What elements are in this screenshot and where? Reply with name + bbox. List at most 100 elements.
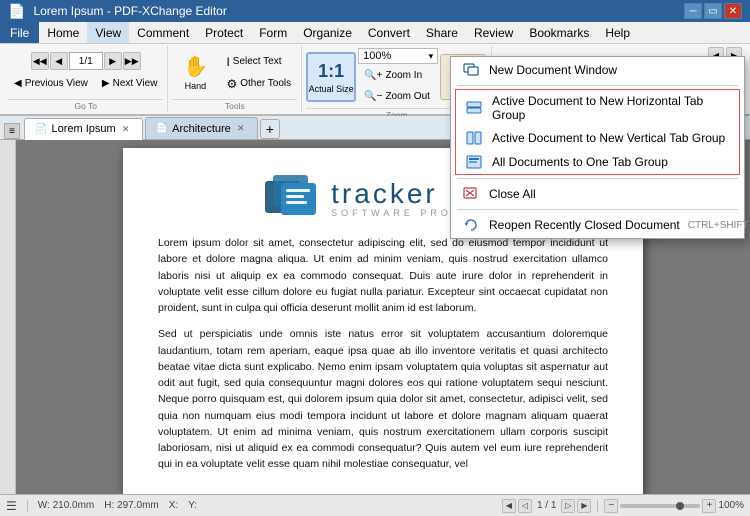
select-text-button[interactable]: I Select Text (220, 52, 297, 72)
bottom-page-label: 1 / 1 (534, 500, 559, 511)
first-page-button[interactable]: ◀◀ (31, 52, 49, 70)
menu-help[interactable]: Help (597, 22, 638, 43)
next-view-button[interactable]: ▶ Next View (96, 73, 164, 93)
bottom-fwd-button[interactable]: ▶ (577, 499, 591, 513)
status-sep2 (597, 500, 598, 512)
left-panel-strip (0, 140, 16, 494)
tool-smalls: I Select Text ⚙ Other Tools (220, 52, 297, 94)
tracker-logo-svg (263, 173, 323, 223)
zoom-out-button[interactable]: 🔍− Zoom Out (358, 86, 438, 106)
find-chevron: ▾ (639, 71, 644, 82)
tracker-brand-name: tracker (331, 178, 503, 210)
menu-form[interactable]: Form (251, 22, 295, 43)
restore-button[interactable]: ▭ (704, 3, 722, 19)
menu-organize[interactable]: Organize (295, 22, 360, 43)
minimize-button[interactable]: ─ (684, 3, 702, 19)
nav-content: ◀◀ ◀ 1/1 ▶ ▶▶ ◀ Previous View ▶ Next Vie… (8, 48, 163, 97)
page-arrows: ◀◀ ◀ 1/1 ▶ ▶▶ (31, 52, 141, 70)
top-right-nav: ◀ ▶ 🔍 Find... ▾ 🔍 Search... ▾ (559, 47, 742, 111)
tabs-icon: ▤ (633, 93, 644, 107)
find-search-row: 🔍 Find... ▾ 🔍 Search... ▾ (559, 65, 742, 87)
zoom-value: 100% (363, 50, 391, 62)
next-page-button[interactable]: ▶ (104, 52, 122, 70)
document-view[interactable]: tracker SOFTWARE PRODUCTS Lorem ipsum do… (16, 140, 750, 494)
tab-lorem-ipsum[interactable]: 📄 Lorem Ipsum ✕ (24, 118, 143, 140)
scroll-area: tracker SOFTWARE PRODUCTS Lorem ipsum do… (0, 140, 750, 494)
zoom-percent-label: 100% (718, 500, 744, 511)
zoom-out-bottom[interactable]: − (604, 499, 618, 513)
zoom-input-row: 100% ▾ (358, 48, 438, 64)
logo-row: tracker SOFTWARE PRODUCTS (158, 173, 608, 223)
menu-protect[interactable]: Protect (197, 22, 251, 43)
tab-close-arch[interactable]: ✕ (235, 123, 247, 135)
menu-home[interactable]: Home (39, 22, 87, 43)
zoom-in-icon: 🔍+ (364, 70, 382, 81)
tab-list-icon[interactable]: ≡ (4, 123, 20, 139)
tools-group: ✋ Hand I Select Text ⚙ Other Tools Tools (168, 46, 302, 112)
zoom-slider[interactable] (620, 504, 700, 508)
page-number-display: 1/1 (69, 52, 103, 70)
title-bar-controls: ─ ▭ ✕ (684, 3, 742, 19)
close-button[interactable]: ✕ (724, 3, 742, 19)
app-window: 📄 Lorem Ipsum - PDF-XChange Editor ─ ▭ ✕… (0, 0, 750, 516)
menu-convert[interactable]: Convert (360, 22, 418, 43)
tab-icon-lorem: 📄 (35, 124, 47, 135)
zoom-in-bottom[interactable]: + (702, 499, 716, 513)
actual-size-button[interactable]: 1:1 Actual Size (306, 52, 356, 102)
tab-close-lorem[interactable]: ✕ (120, 123, 132, 135)
tbn-back[interactable]: ◀ (708, 47, 724, 63)
top-nav-row: ◀ ▶ (708, 47, 742, 63)
zoom-content: 1:1 Actual Size 100% ▾ 🔍+ Zoom In 🔍− Zoo… (306, 48, 487, 106)
bottom-page-nav: ◀ ◁ 1 / 1 ▷ ▶ (502, 499, 591, 513)
rotate-icon: ↻ (455, 53, 472, 78)
hand-label: Hand (185, 81, 207, 91)
search-button[interactable]: 🔍 Search... ▾ (652, 65, 742, 87)
other-tools-icon: ⚙ (226, 77, 237, 91)
bottom-zoom-controls: − + 100% (604, 499, 744, 513)
title-bar-left: 📄 Lorem Ipsum - PDF-XChange Editor (8, 3, 227, 20)
document-text: Lorem ipsum dolor sit amet, consectetur … (158, 235, 608, 473)
nav-group-label: Go To (8, 99, 163, 112)
prev-page-button[interactable]: ◀ (50, 52, 68, 70)
zoom-group: 1:1 Actual Size 100% ▾ 🔍+ Zoom In 🔍− Zoo… (302, 46, 492, 112)
right-toolbar: ◀ ▶ 🔍 Find... ▾ 🔍 Search... ▾ (559, 46, 746, 112)
menu-bookmarks[interactable]: Bookmarks (521, 22, 597, 43)
menu-review[interactable]: Review (466, 22, 521, 43)
zoom-in-button[interactable]: 🔍+ Zoom In (358, 65, 438, 85)
other-tools-button[interactable]: ⚙ Other Tools (220, 74, 297, 94)
bottom-back-button[interactable]: ◀ (502, 499, 516, 513)
tab-label-arch: Architecture (172, 123, 231, 135)
bottom-next-button[interactable]: ▷ (561, 499, 575, 513)
nav-group: ◀◀ ◀ 1/1 ▶ ▶▶ ◀ Previous View ▶ Next Vie… (4, 46, 168, 112)
menu-view[interactable]: View (87, 22, 129, 43)
page-sheet: tracker SOFTWARE PRODUCTS Lorem ipsum do… (123, 148, 643, 494)
page-nav-cluster: ◀◀ ◀ 1/1 ▶ ▶▶ ◀ Previous View ▶ Next Vie… (8, 52, 163, 93)
menu-comment[interactable]: Comment (129, 22, 197, 43)
hand-tool-button[interactable]: ✋ Hand (172, 50, 218, 96)
prev-view-button[interactable]: ◀ Previous View (8, 73, 94, 93)
app-icon: 📄 (8, 3, 25, 20)
status-bar: ☰ W: 210.0mm H: 297.0mm X: Y: ◀ ◁ 1 / 1 … (0, 494, 750, 516)
paragraph-1: Lorem ipsum dolor sit amet, consectetur … (158, 235, 608, 316)
menu-share[interactable]: Share (418, 22, 466, 43)
tab-add-button[interactable]: + (260, 119, 280, 139)
status-sep1 (27, 500, 28, 512)
status-icon-left: ☰ (6, 499, 17, 513)
menu-bar: File Home View Comment Protect Form Orga… (0, 22, 750, 44)
last-page-button[interactable]: ▶▶ (123, 52, 141, 70)
find-button[interactable]: 🔍 Find... ▾ (559, 65, 649, 87)
find-icon: 🔍 (564, 69, 579, 83)
ribbon-toolbar: ◀◀ ◀ 1/1 ▶ ▶▶ ◀ Previous View ▶ Next Vie… (0, 44, 750, 116)
tab-architecture[interactable]: 📄 Architecture ✕ (145, 117, 258, 139)
bottom-prev-button[interactable]: ◁ (518, 499, 532, 513)
status-width: W: 210.0mm (38, 500, 95, 511)
search-icon: 🔍 (657, 69, 672, 83)
rotate-view-button[interactable]: ↻ Rotate View (440, 54, 486, 100)
search-chevron: ▾ (732, 71, 737, 82)
tbn-fwd[interactable]: ▶ (726, 47, 742, 63)
zoom-chevron[interactable]: ▾ (429, 51, 434, 62)
menu-file[interactable]: File (0, 22, 39, 43)
tab-label-lorem: Lorem Ipsum (51, 123, 115, 135)
status-height: H: 297.0mm (104, 500, 158, 511)
document-tabs-button[interactable]: ▤ Document Tabs ▾ (626, 89, 742, 111)
